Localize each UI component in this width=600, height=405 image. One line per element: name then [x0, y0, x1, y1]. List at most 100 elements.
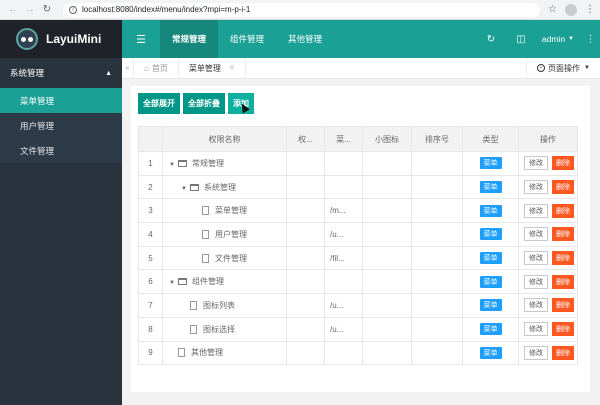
cell-index: 4 — [138, 222, 163, 247]
user-menu[interactable]: admin ▼ — [536, 34, 580, 44]
menu-name: 组件管理 — [192, 277, 224, 287]
sidebar-group-system[interactable]: 系统管理 ▲ — [0, 58, 122, 88]
top-nav-other[interactable]: 其他管理 — [276, 20, 334, 58]
col-header-name[interactable]: 权限名称 — [162, 126, 287, 152]
table-row: 8 图标选择/u... 菜单 修改 删除 — [138, 316, 578, 342]
type-badge: 菜单 — [479, 275, 502, 288]
tab-bar: « ⌂ 首页 菜单管理 ✕ • 页面操作 ▼ — [122, 58, 600, 79]
cell-permission — [286, 316, 325, 342]
sidebar-item-users[interactable]: 用户管理 — [0, 113, 122, 138]
sidebar-group-label: 系统管理 — [10, 68, 45, 78]
cell-type: 菜单 — [462, 174, 519, 200]
refresh-icon[interactable]: ↻ — [476, 20, 506, 58]
profile-avatar[interactable] — [565, 3, 577, 16]
col-header-type[interactable]: 类型 — [462, 126, 519, 152]
expand-all-button[interactable]: 全部展开 — [138, 93, 180, 114]
delete-button[interactable]: 删除 — [552, 251, 574, 266]
info-icon[interactable]: i — [69, 5, 77, 14]
edit-button[interactable]: 修改 — [524, 298, 548, 313]
cell-permission — [286, 340, 325, 366]
cell-actions: 修改 删除 — [518, 316, 578, 342]
col-header-permission[interactable]: 权... — [286, 126, 325, 152]
file-icon — [202, 206, 209, 216]
edit-button[interactable]: 修改 — [524, 227, 548, 242]
table-row: 2 ▼ 系统管理 菜单 修改 删除 — [138, 174, 578, 200]
cell-index: 8 — [138, 316, 163, 342]
expand-caret-icon[interactable]: ▼ — [169, 162, 178, 168]
back-icon[interactable]: ← — [6, 3, 20, 17]
type-badge: 菜单 — [479, 299, 502, 312]
reload-icon[interactable]: ↻ — [40, 3, 54, 17]
browser-toolbar: ← → ↻ i localhost:8080/index#/menu/index… — [0, 0, 600, 20]
cell-name: ▼ 系统管理 — [162, 174, 287, 200]
cell-icon — [362, 198, 412, 224]
sidebar-item-menu[interactable]: 菜单管理 — [0, 88, 122, 113]
cell-actions: 修改 删除 — [518, 269, 578, 295]
edit-button[interactable]: 修改 — [524, 180, 548, 195]
edit-button[interactable]: 修改 — [524, 274, 548, 289]
close-icon[interactable]: ✕ — [229, 64, 235, 72]
edit-button[interactable]: 修改 — [524, 251, 548, 266]
address-bar[interactable]: i localhost:8080/index#/menu/index?mpi=m… — [63, 2, 541, 17]
tab-scroll-left-icon[interactable]: « — [122, 58, 134, 78]
page-operations-dropdown[interactable]: • 页面操作 ▼ — [526, 58, 600, 78]
edit-button[interactable]: 修改 — [524, 322, 548, 337]
top-nav-components[interactable]: 组件管理 — [218, 20, 276, 58]
cell-sort — [411, 222, 463, 247]
delete-button[interactable]: 删除 — [552, 180, 574, 195]
cell-href: /u... — [324, 222, 363, 247]
top-nav-general[interactable]: 常规管理 — [160, 20, 219, 58]
type-badge: 菜单 — [479, 228, 502, 241]
expand-caret-icon[interactable]: ▼ — [169, 280, 178, 286]
browser-menu-icon[interactable]: ⋮ — [585, 4, 595, 15]
edit-button[interactable]: 修改 — [524, 203, 548, 218]
forward-icon[interactable]: → — [23, 3, 37, 17]
tab-current-label: 菜单管理 — [188, 63, 221, 73]
tab-home[interactable]: ⌂ 首页 — [134, 58, 179, 78]
logo-area[interactable]: LayuiMini — [0, 20, 122, 58]
folder-icon — [178, 159, 187, 167]
col-header-sort[interactable]: 排序号 — [411, 126, 463, 152]
delete-button[interactable]: 删除 — [552, 203, 574, 218]
delete-button[interactable]: 删除 — [552, 156, 574, 171]
table-row: 4 用户管理/u... 菜单 修改 删除 — [138, 222, 578, 247]
url-text: localhost:8080/index#/menu/index?mpi=m-p… — [82, 5, 251, 14]
cell-permission — [286, 151, 325, 176]
app-name: LayuiMini — [46, 32, 102, 46]
delete-button[interactable]: 删除 — [552, 322, 574, 337]
cell-index: 2 — [138, 174, 163, 200]
delete-button[interactable]: 删除 — [552, 227, 574, 242]
delete-button[interactable]: 删除 — [552, 298, 574, 313]
circle-dot-icon: • — [537, 64, 546, 72]
cell-icon — [362, 340, 412, 366]
sidebar-item-files[interactable]: 文件管理 — [0, 138, 122, 163]
cell-index: 7 — [138, 293, 163, 318]
tab-menu-management[interactable]: 菜单管理 ✕ — [179, 58, 246, 78]
cell-permission — [286, 245, 325, 271]
col-header-actions: 操作 — [518, 126, 578, 152]
folder-icon — [190, 183, 199, 191]
cell-type: 菜单 — [462, 245, 519, 271]
bookmark-star-icon[interactable]: ☆ — [548, 4, 557, 15]
clear-cache-icon[interactable]: ◫ — [506, 20, 536, 58]
file-icon — [190, 300, 197, 310]
cell-index: 9 — [138, 340, 163, 366]
col-header-icon[interactable]: 小图标 — [362, 126, 412, 152]
delete-button[interactable]: 删除 — [552, 274, 574, 289]
cell-sort — [411, 151, 463, 176]
collapse-all-button[interactable]: 全部折叠 — [183, 93, 225, 114]
more-icon[interactable]: ⋮ — [580, 34, 600, 45]
edit-button[interactable]: 修改 — [524, 156, 548, 171]
menu-name: 图标选择 — [203, 324, 235, 334]
delete-button[interactable]: 删除 — [552, 345, 574, 360]
edit-button[interactable]: 修改 — [524, 345, 548, 360]
type-badge: 菜单 — [479, 181, 502, 194]
cell-actions: 修改 删除 — [518, 151, 578, 176]
expand-caret-icon[interactable]: ▼ — [181, 186, 190, 192]
col-header-href[interactable]: 菜... — [324, 126, 363, 152]
menu-toggle-icon[interactable]: ☰ — [122, 20, 160, 58]
cell-permission — [286, 269, 325, 295]
content-card: 全部展开 全部折叠 添加 权限名称 权... 菜... 小图标 排序号 类型 操… — [131, 86, 590, 392]
cell-sort — [411, 293, 463, 318]
cell-type: 菜单 — [462, 198, 519, 224]
